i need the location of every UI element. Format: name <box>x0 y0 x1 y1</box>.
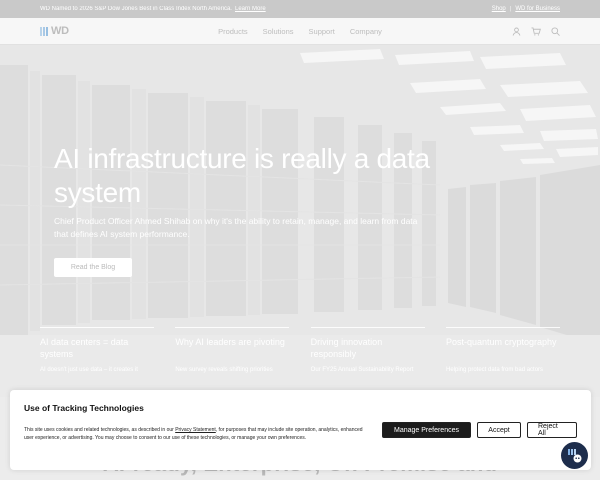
accept-button[interactable]: Accept <box>477 422 521 438</box>
announcement-bar: WD Named to 2026 S&P Dow Jones Best in C… <box>0 0 600 18</box>
nav-support[interactable]: Support <box>309 27 335 36</box>
cookie-actions: Manage Preferences Accept Reject All <box>382 422 577 438</box>
announcement-message: WD Named to 2026 S&P Dow Jones Best in C… <box>40 6 232 12</box>
utility-links: Shop | WD for Business <box>492 6 560 12</box>
nav-company[interactable]: Company <box>350 27 382 36</box>
feature-card[interactable]: Post-quantum cryptography Helping protec… <box>445 327 560 373</box>
feature-card-title: Post-quantum cryptography <box>445 337 557 347</box>
feature-card[interactable]: Why AI leaders are pivoting New survey r… <box>175 327 290 373</box>
cart-icon[interactable] <box>531 26 541 36</box>
logo-mark-icon <box>40 26 48 36</box>
reject-all-button[interactable]: Reject All <box>527 422 577 438</box>
learn-more-link[interactable]: Learn More <box>235 6 266 12</box>
chat-assistant-button[interactable] <box>561 442 588 469</box>
site-header: WD Products Solutions Support Company <box>0 18 600 45</box>
shop-link[interactable]: Shop <box>492 6 506 12</box>
privacy-statement-link[interactable]: Privacy Statement <box>175 427 216 433</box>
cookie-banner: Use of Tracking Technologies This site u… <box>10 390 591 470</box>
hero-title: AI infrastructure is really a data syste… <box>54 143 430 208</box>
feature-card-desc: Our FY25 Annual Sustainability Report <box>310 367 414 373</box>
wd-logo[interactable]: WD <box>40 25 69 37</box>
feature-card-desc: New survey reveals shifting priorities <box>175 367 273 373</box>
logo-text: WD <box>51 25 69 37</box>
chat-bot-icon <box>567 448 581 462</box>
feature-card-desc: AI doesn't just use data – it creates it <box>40 367 138 373</box>
cookie-title: Use of Tracking Technologies <box>24 403 144 413</box>
cookie-body: This site uses cookies and related techn… <box>24 426 369 442</box>
wd-for-business-link[interactable]: WD for Business <box>515 6 560 12</box>
hero-section: AI infrastructure is really a data syste… <box>0 45 600 397</box>
search-icon[interactable] <box>551 26 560 36</box>
nav-products[interactable]: Products <box>218 27 248 36</box>
feature-card-title: Why AI leaders are pivoting <box>175 337 285 347</box>
nav-solutions[interactable]: Solutions <box>263 27 294 36</box>
feature-card[interactable]: AI data centers = data systems AI doesn'… <box>40 327 154 373</box>
manage-preferences-button[interactable]: Manage Preferences <box>382 422 471 438</box>
feature-card-title: Driving innovation responsibly <box>310 337 383 359</box>
read-the-blog-button[interactable]: Read the Blog <box>54 258 132 277</box>
header-icons <box>512 26 560 36</box>
feature-card-desc: Helping protect data from bad actors <box>445 367 544 373</box>
utility-separator: | <box>509 6 512 12</box>
user-icon[interactable] <box>512 27 521 36</box>
feature-card[interactable]: Driving innovation responsibly Our FY25 … <box>310 327 425 373</box>
main-nav: Products Solutions Support Company <box>0 18 600 45</box>
cookie-body-text: This site uses cookies and related techn… <box>24 427 176 433</box>
feature-card-title: AI data centers = data systems <box>40 337 129 359</box>
hero-subtitle: Chief Product Officer Ahmed Shihab on wh… <box>54 216 418 239</box>
feature-cards: AI data centers = data systems AI doesn'… <box>40 327 560 373</box>
announcement-message-wrap: WD Named to 2026 S&P Dow Jones Best in C… <box>40 6 492 12</box>
